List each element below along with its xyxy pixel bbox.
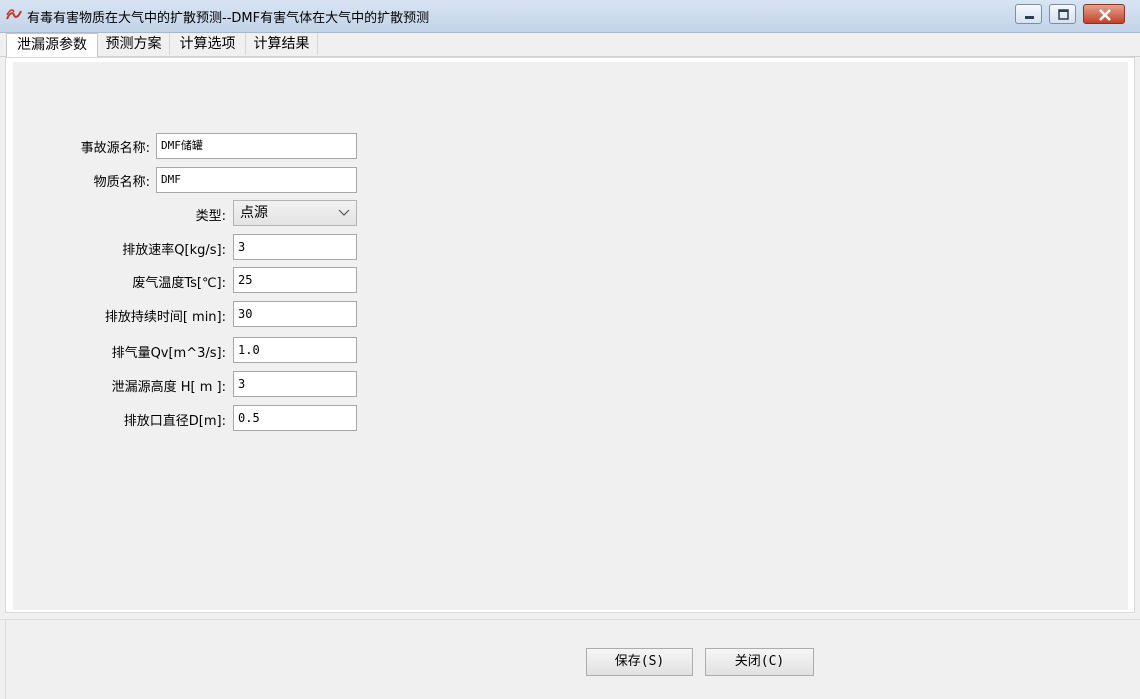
minimize-icon: [1025, 16, 1034, 19]
save-button[interactable]: 保存(S): [586, 648, 693, 676]
source-name-label: 事故源名称:: [80, 141, 150, 156]
duration-label: 排放持续时间[ min]:: [104, 310, 226, 325]
outlet-diameter-label: 排放口直径D[m]:: [123, 414, 226, 429]
close-button[interactable]: 关闭(C): [705, 648, 814, 676]
tab-prediction-plan[interactable]: 预测方案: [98, 33, 170, 55]
tab-calc-results[interactable]: 计算结果: [246, 33, 318, 55]
substance-name-input[interactable]: DMF: [156, 167, 357, 193]
gas-volume-input[interactable]: 1.0: [233, 337, 357, 363]
close-icon: [1099, 9, 1111, 21]
source-name-input[interactable]: DMF储罐: [156, 133, 357, 159]
footer-edge: [5, 619, 6, 699]
gas-volume-label: 排气量Qv[m^3/s]:: [111, 346, 226, 361]
substance-name-label: 物质名称:: [93, 175, 150, 190]
gas-temp-label: 废气温度Ts[℃]:: [132, 276, 226, 291]
outlet-diameter-input[interactable]: 0.5: [233, 405, 357, 431]
source-height-input[interactable]: 3: [233, 371, 357, 397]
tab-calc-options[interactable]: 计算选项: [170, 33, 246, 55]
type-label: 类型:: [195, 209, 226, 224]
maximize-button[interactable]: [1049, 4, 1076, 24]
chevron-down-icon: [338, 209, 350, 216]
minimize-button[interactable]: [1015, 4, 1042, 24]
tab-leak-source-params[interactable]: 泄漏源参数: [6, 33, 98, 57]
close-window-button[interactable]: [1083, 4, 1125, 24]
app-window: 有毒有害物质在大气中的扩散预测--DMF有害气体在大气中的扩散预测 泄漏源参数 …: [0, 0, 1140, 699]
title-bar[interactable]: 有毒有害物质在大气中的扩散预测--DMF有害气体在大气中的扩散预测: [0, 0, 1140, 33]
window-title: 有毒有害物质在大气中的扩散预测--DMF有害气体在大气中的扩散预测: [27, 11, 430, 26]
gas-temp-input[interactable]: 25: [233, 267, 357, 293]
tab-bar: 泄漏源参数 预测方案 计算选项 计算结果: [0, 33, 1140, 57]
duration-input[interactable]: 30: [233, 301, 357, 327]
maximize-icon: [1058, 9, 1069, 20]
type-select-value: 点源: [240, 205, 268, 221]
release-rate-input[interactable]: 3: [233, 234, 357, 260]
footer-divider: [0, 619, 1140, 620]
type-select[interactable]: 点源: [233, 200, 357, 226]
release-rate-label: 排放速率Q[kg/s]:: [122, 243, 226, 258]
app-icon: [6, 9, 22, 20]
source-height-label: 泄漏源高度 H[ m ]:: [111, 380, 226, 395]
